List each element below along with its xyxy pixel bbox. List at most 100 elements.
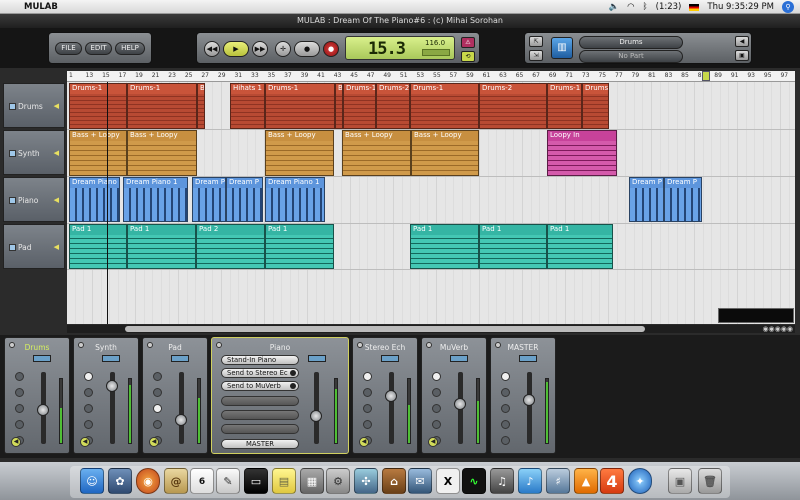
strip-arrow-icon[interactable]: ◀ bbox=[149, 437, 159, 447]
position-display[interactable]: 15.3 116.0 bbox=[345, 36, 455, 60]
rack-icon[interactable]: ▥ bbox=[551, 37, 573, 59]
volume-fader-knob[interactable] bbox=[106, 380, 118, 392]
track-arrow-icon[interactable]: ◀ bbox=[54, 102, 59, 110]
send-slot-2[interactable]: Send to MuVerb bbox=[221, 381, 299, 391]
strip-led[interactable] bbox=[153, 420, 162, 429]
panel-view-icon[interactable]: ▣ bbox=[735, 50, 749, 61]
strip-io-box[interactable] bbox=[171, 355, 189, 362]
mail-icon[interactable]: @ bbox=[164, 468, 188, 494]
strip-led[interactable] bbox=[432, 404, 441, 413]
battery-status[interactable]: (1:23) bbox=[656, 2, 682, 12]
clip-pad[interactable]: Pad 2 bbox=[196, 224, 265, 269]
clip-pad[interactable]: Pad 1 bbox=[547, 224, 613, 269]
clip-piano[interactable]: Dream Piano 1 bbox=[265, 177, 325, 222]
garageband-icon[interactable]: ♫ bbox=[490, 468, 514, 494]
strip-name[interactable]: MuVerb bbox=[422, 343, 486, 352]
clip-pad[interactable]: Pad 1 bbox=[69, 224, 127, 269]
strip-led[interactable] bbox=[501, 436, 510, 445]
clip-piano[interactable]: Dream Piano 1 bbox=[69, 177, 120, 222]
tempo-value[interactable]: 116.0 bbox=[425, 39, 445, 47]
strip-led[interactable] bbox=[84, 420, 93, 429]
panel-back-icon[interactable]: ◀ bbox=[735, 36, 749, 47]
strip-name[interactable]: Piano bbox=[212, 343, 348, 352]
track-header-synth[interactable]: Synth ◀ bbox=[3, 130, 65, 175]
wifi-icon[interactable]: ◠ bbox=[627, 2, 634, 12]
strip-led[interactable] bbox=[501, 420, 510, 429]
volume-fader-knob[interactable] bbox=[523, 394, 535, 406]
volume-fader-track[interactable] bbox=[179, 372, 184, 444]
track-header-piano[interactable]: Piano ◀ bbox=[3, 177, 65, 222]
clip-drums[interactable]: Drums-2 bbox=[479, 83, 547, 129]
flag-icon[interactable] bbox=[689, 3, 700, 11]
clip-drums[interactable]: Drums-1 bbox=[127, 83, 197, 129]
rack-name[interactable]: Drums bbox=[579, 36, 683, 49]
instrument-slot[interactable]: Stand-In Piano bbox=[221, 355, 299, 365]
clip-drums[interactable]: Drums-1 bbox=[410, 83, 479, 129]
strip-io-box[interactable] bbox=[519, 355, 537, 362]
loop-toggle-icon[interactable]: ⟲ bbox=[461, 51, 475, 62]
rewind-button[interactable]: ◀◀ bbox=[204, 41, 220, 57]
app-menu-name[interactable]: MULAB bbox=[24, 2, 58, 12]
stickies-icon[interactable]: ▤ bbox=[272, 468, 296, 494]
part-name[interactable]: No Part bbox=[579, 50, 683, 63]
strip-led[interactable] bbox=[501, 388, 510, 397]
strip-led[interactable] bbox=[432, 388, 441, 397]
strip-name[interactable]: Stereo Ech bbox=[353, 343, 417, 352]
track-arrow-icon[interactable]: ◀ bbox=[54, 243, 59, 251]
record-button[interactable]: ● bbox=[323, 41, 339, 57]
stop-button[interactable]: ● bbox=[294, 41, 320, 57]
cycle-button[interactable]: ✛ bbox=[275, 41, 291, 57]
bluetooth-icon[interactable]: ᛒ bbox=[643, 2, 648, 12]
ical-icon[interactable]: 6 bbox=[190, 468, 214, 494]
song-end-marker[interactable] bbox=[702, 71, 710, 81]
strip-led[interactable] bbox=[84, 388, 93, 397]
strip-arrow-icon[interactable]: ◀ bbox=[80, 437, 90, 447]
activity-monitor-icon[interactable]: ∿ bbox=[462, 468, 486, 494]
clip-synth[interactable]: Bass + Loopy bbox=[342, 130, 411, 176]
clip-drums[interactable]: Drums-1 bbox=[547, 83, 582, 129]
strip-led[interactable] bbox=[501, 404, 510, 413]
overview-box[interactable] bbox=[718, 308, 794, 323]
strip-led[interactable] bbox=[153, 372, 162, 381]
file-button[interactable]: FILE bbox=[55, 42, 82, 55]
track-header-pad[interactable]: Pad ◀ bbox=[3, 224, 65, 269]
strip-name[interactable]: Drums bbox=[5, 343, 69, 352]
play-button[interactable]: ▶ bbox=[223, 41, 249, 57]
clip-piano[interactable]: Dream Piano 1 bbox=[123, 177, 188, 222]
clip-drums[interactable]: B bbox=[335, 83, 343, 129]
clip-piano[interactable]: Dream P bbox=[629, 177, 664, 222]
volume-fader-knob[interactable] bbox=[454, 398, 466, 410]
volume-fader-knob[interactable] bbox=[385, 390, 397, 402]
clip-piano[interactable]: Dream P bbox=[226, 177, 263, 222]
strip-name[interactable]: Pad bbox=[143, 343, 207, 352]
clip-drums[interactable]: Drums-2 bbox=[376, 83, 410, 129]
help-button[interactable]: HELP bbox=[115, 42, 145, 55]
clip-pad[interactable]: Pad 1 bbox=[127, 224, 196, 269]
clip-drums[interactable]: Drums-1 bbox=[69, 83, 127, 129]
network-icon[interactable]: ✣ bbox=[354, 468, 378, 494]
send-knob-icon[interactable] bbox=[290, 370, 296, 376]
system-prefs-icon[interactable]: ⚙ bbox=[326, 468, 350, 494]
strip-led[interactable] bbox=[363, 404, 372, 413]
folder-icon[interactable]: ▣ bbox=[668, 468, 692, 494]
clip-piano[interactable]: Dream P bbox=[664, 177, 702, 222]
scrollbar-thumb[interactable] bbox=[125, 326, 645, 332]
trash-icon[interactable]: 🗑 bbox=[698, 468, 722, 494]
terminal-icon[interactable]: ▭ bbox=[244, 468, 268, 494]
strip-arrow-icon[interactable]: ◀ bbox=[359, 437, 369, 447]
strip-led[interactable] bbox=[363, 420, 372, 429]
strip-arrow-icon[interactable]: ◀ bbox=[428, 437, 438, 447]
strip-led[interactable] bbox=[501, 372, 510, 381]
strip-led[interactable] bbox=[432, 372, 441, 381]
home-icon[interactable]: ⌂ bbox=[382, 468, 406, 494]
finder-icon[interactable]: ☺ bbox=[80, 468, 104, 494]
output-slot[interactable]: MASTER bbox=[221, 439, 299, 449]
send-knob-icon[interactable] bbox=[290, 383, 296, 389]
panel-expand-icon[interactable]: ⇲ bbox=[529, 50, 543, 61]
empty-slot[interactable] bbox=[221, 410, 299, 420]
clip-drums[interactable]: Drums-1 bbox=[265, 83, 335, 129]
strip-name[interactable]: MASTER bbox=[491, 343, 555, 352]
clip-pad[interactable]: Pad 1 bbox=[479, 224, 547, 269]
strip-led[interactable] bbox=[15, 372, 24, 381]
clip-drums[interactable]: Drums-1 bbox=[343, 83, 376, 129]
